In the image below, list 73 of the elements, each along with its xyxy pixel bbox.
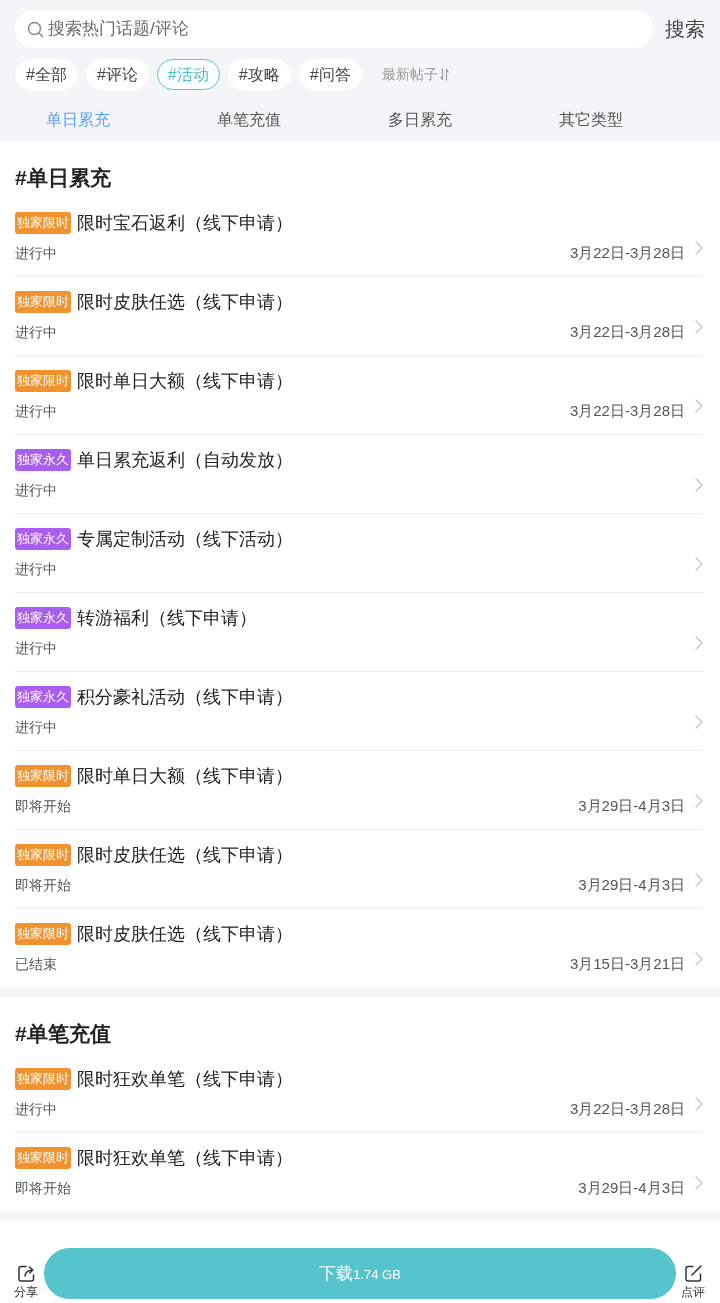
activity-status: 进行中 <box>15 481 57 500</box>
activity-tag: 独家限时 <box>15 844 71 866</box>
activity-title[interactable]: 限时皮肤任选（线下申请） <box>77 921 293 947</box>
section-heading: #单笔充值 <box>15 1021 111 1047</box>
search-button[interactable]: 搜索 <box>665 17 705 41</box>
date-range: 3月22日-3月28日 <box>569 401 685 421</box>
activity-title[interactable]: 限时单日大额（线下申请） <box>77 368 293 394</box>
activity-title[interactable]: 限时宝石返利（线下申请） <box>77 210 293 236</box>
chevron-right-icon[interactable] <box>695 1175 703 1190</box>
activity-tag: 独家限时 <box>15 923 71 945</box>
activity-title[interactable]: 单日累充返利（自动发放） <box>77 447 293 473</box>
activity-status: 进行中 <box>15 402 57 421</box>
activity-title[interactable]: 转游福利（线下申请） <box>77 605 257 631</box>
activity-tag: 独家永久 <box>15 686 71 708</box>
activity-title[interactable]: 专属定制活动（线下活动） <box>77 526 293 552</box>
review-button[interactable]: 点评 <box>676 1264 720 1299</box>
activity-tag: 独家限时 <box>15 1147 71 1169</box>
activity-tag: 独家限时 <box>15 1068 71 1090</box>
chevron-right-icon[interactable] <box>695 240 703 255</box>
date-range: 3月29日-4月3日 <box>578 796 685 816</box>
activity-title[interactable]: 限时狂欢单笔（线下申请） <box>77 1066 293 1092</box>
filter-chip[interactable]: #全部 <box>15 59 78 90</box>
section-heading: #单日累充 <box>15 165 111 191</box>
search-icon <box>27 21 44 38</box>
activity-status: 即将开始 <box>15 876 71 895</box>
activity-tag: 独家限时 <box>15 291 71 313</box>
activity-status: 已结束 <box>15 955 57 974</box>
date-range: 3月22日-3月28日 <box>569 243 685 263</box>
date-range: 3月22日-3月28日 <box>569 1099 685 1119</box>
activity-status: 进行中 <box>15 244 57 263</box>
activity-tag: 独家永久 <box>15 607 71 629</box>
activity-status: 进行中 <box>15 1100 57 1119</box>
chevron-right-icon[interactable] <box>695 793 703 808</box>
sort-icon <box>439 68 449 81</box>
chevron-right-icon[interactable] <box>695 477 703 492</box>
activity-status: 即将开始 <box>15 1179 71 1198</box>
date-range: 3月15日-3月21日 <box>569 954 685 974</box>
activity-status: 即将开始 <box>15 797 71 816</box>
filter-chip[interactable]: #评论 <box>85 59 149 90</box>
chevron-right-icon[interactable] <box>695 714 703 729</box>
filter-chip[interactable]: #问答 <box>298 59 362 90</box>
chevron-right-icon[interactable] <box>695 951 703 966</box>
date-range: 3月22日-3月28日 <box>569 322 685 342</box>
category-tab[interactable]: 多日累充 <box>342 98 513 142</box>
edit-icon <box>683 1264 703 1283</box>
activity-title[interactable]: 限时皮肤任选（线下申请） <box>77 842 293 868</box>
category-tab[interactable]: 其它类型 <box>513 98 684 142</box>
chevron-right-icon[interactable] <box>695 319 703 334</box>
filter-chip[interactable]: #攻略 <box>227 59 291 90</box>
activity-title[interactable]: 限时皮肤任选（线下申请） <box>77 289 293 315</box>
share-icon <box>16 1264 36 1283</box>
date-range: 3月29日-4月3日 <box>578 875 685 895</box>
activity-tag: 独家永久 <box>15 449 71 471</box>
activity-status: 进行中 <box>15 560 57 579</box>
activity-tag: 独家限时 <box>15 765 71 787</box>
share-button[interactable]: 分享 <box>0 1264 44 1299</box>
activity-title[interactable]: 积分豪礼活动（线下申请） <box>77 684 293 710</box>
activity-tag: 独家永久 <box>15 528 71 550</box>
chevron-right-icon[interactable] <box>695 635 703 650</box>
chevron-right-icon[interactable] <box>695 556 703 571</box>
activity-title[interactable]: 限时狂欢单笔（线下申请） <box>77 1145 293 1171</box>
activity-tag: 独家限时 <box>15 212 71 234</box>
activity-title[interactable]: 限时单日大额（线下申请） <box>77 763 293 789</box>
category-tab[interactable]: 单笔充值 <box>171 98 342 142</box>
date-range: 3月29日-4月3日 <box>578 1178 685 1198</box>
activity-status: 进行中 <box>15 323 57 342</box>
activity-status: 进行中 <box>15 639 57 658</box>
chevron-right-icon[interactable] <box>695 872 703 887</box>
chevron-right-icon[interactable] <box>695 1096 703 1111</box>
activity-tag: 独家限时 <box>15 370 71 392</box>
activity-status: 进行中 <box>15 718 57 737</box>
chevron-right-icon[interactable] <box>695 398 703 413</box>
search-field[interactable]: 搜索热门话题/评论 <box>15 10 653 48</box>
